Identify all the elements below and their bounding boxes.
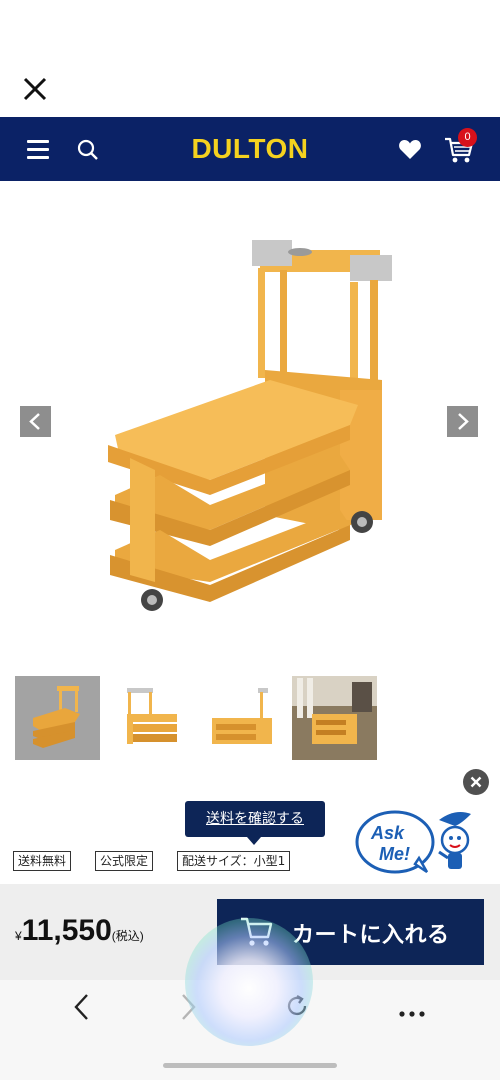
thumbnail-2[interactable]: [107, 676, 192, 760]
thumbnail-1[interactable]: [15, 676, 100, 760]
search-icon[interactable]: [76, 138, 100, 162]
price-display: ¥11,550(税込): [15, 914, 144, 948]
home-indicator: [163, 1063, 337, 1068]
prev-image-button[interactable]: [20, 406, 51, 437]
cart-count-badge: 0: [458, 128, 477, 147]
tooltip-pointer: [247, 837, 261, 845]
next-image-button[interactable]: [447, 406, 478, 437]
close-popup-icon[interactable]: [463, 769, 489, 795]
close-icon[interactable]: [20, 74, 50, 104]
price-amount: 11,550: [21, 914, 112, 947]
menu-icon[interactable]: [27, 140, 49, 160]
price-currency: ¥: [15, 929, 22, 943]
ask-me-chat-button[interactable]: Ask Me!: [355, 806, 477, 880]
tag-free-shipping: 送料無料: [13, 851, 72, 871]
voice-assistant-orb[interactable]: [185, 918, 313, 1046]
askme-line2: Me!: [379, 844, 410, 864]
brand-logo[interactable]: DULTON: [150, 133, 350, 165]
heart-icon[interactable]: [398, 138, 422, 160]
askme-line1: Ask: [370, 823, 405, 843]
product-image-trolley: [108, 240, 392, 611]
back-arrow-icon[interactable]: [70, 993, 94, 1021]
tag-delivery-size: 配送サイズ：小型1: [177, 851, 291, 871]
add-to-cart-label: カートに入れる: [292, 923, 450, 948]
price-tax-note: (税込): [111, 929, 144, 943]
top-area: [0, 0, 500, 117]
shipping-check-link[interactable]: 送料を確認する: [206, 811, 304, 827]
more-options-icon[interactable]: [398, 1003, 426, 1017]
thumbnail-4[interactable]: [292, 676, 377, 760]
thumbnail-3[interactable]: [200, 676, 285, 760]
tag-official-limited: 公式限定: [95, 851, 154, 871]
shipping-check-tooltip[interactable]: 送料を確認する: [185, 801, 325, 837]
